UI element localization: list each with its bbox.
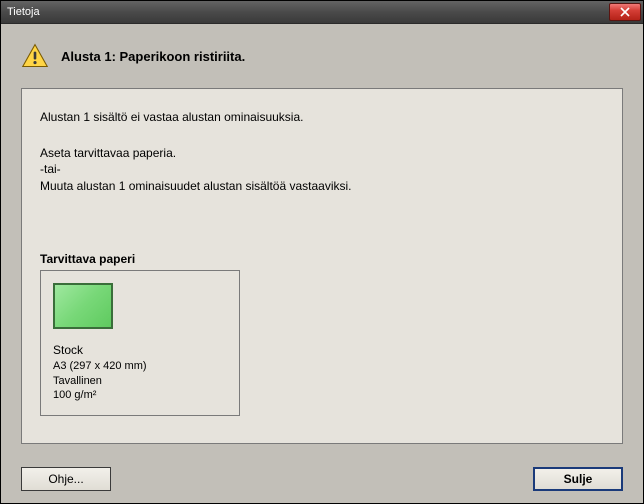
stock-type: Tavallinen bbox=[53, 374, 227, 389]
dialog-window: Tietoja Alusta 1: Paperikoon ristiriita.… bbox=[0, 0, 644, 504]
message-line: Aseta tarvittavaa paperia. bbox=[40, 145, 604, 161]
paper-swatch-icon bbox=[53, 283, 113, 329]
help-button[interactable]: Ohje... bbox=[21, 467, 111, 491]
message-line: Alustan 1 sisältö ei vastaa alustan omin… bbox=[40, 109, 604, 125]
paper-frame: Stock A3 (297 x 420 mm) Tavallinen 100 g… bbox=[40, 270, 240, 417]
button-row: Ohje... Sulje bbox=[21, 453, 623, 491]
titlebar: Tietoja bbox=[1, 1, 643, 24]
message-line: -tai- bbox=[40, 161, 604, 177]
stock-name: Stock bbox=[53, 343, 227, 357]
window-close-button[interactable] bbox=[609, 3, 641, 21]
window-title: Tietoja bbox=[7, 6, 40, 18]
close-button[interactable]: Sulje bbox=[533, 467, 623, 491]
message-box: Alustan 1 sisältö ei vastaa alustan omin… bbox=[21, 88, 623, 444]
stock-dimension: A3 (297 x 420 mm) bbox=[53, 359, 227, 374]
header-row: Alusta 1: Paperikoon ristiriita. bbox=[21, 42, 623, 70]
stock-weight: 100 g/m² bbox=[53, 388, 227, 403]
close-icon bbox=[620, 7, 630, 17]
warning-icon bbox=[21, 42, 49, 70]
message-line: Muuta alustan 1 ominaisuudet alustan sis… bbox=[40, 178, 604, 194]
required-paper-section: Tarvittava paperi Stock A3 (297 x 420 mm… bbox=[40, 252, 604, 417]
required-paper-label: Tarvittava paperi bbox=[40, 252, 604, 266]
dialog-content: Alusta 1: Paperikoon ristiriita. Alustan… bbox=[1, 24, 643, 503]
header-title: Alusta 1: Paperikoon ristiriita. bbox=[61, 49, 245, 64]
